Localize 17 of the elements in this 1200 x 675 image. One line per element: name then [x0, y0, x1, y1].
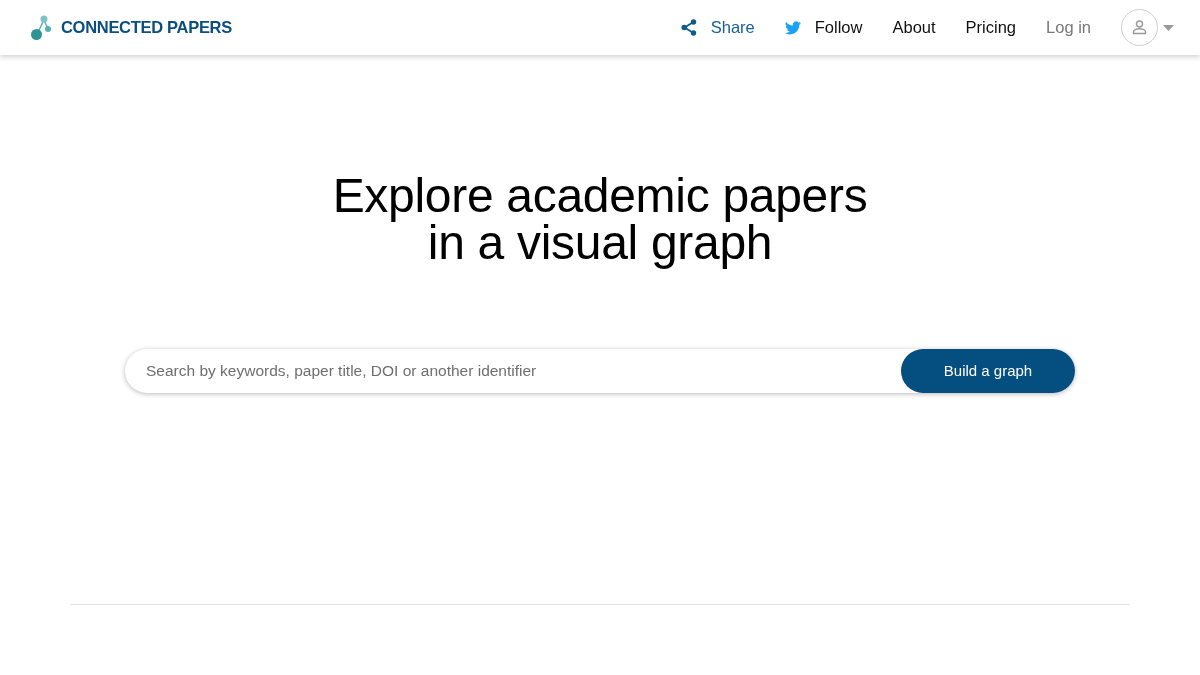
- build-graph-button[interactable]: Build a graph: [901, 349, 1075, 393]
- caret-icon: [1163, 24, 1174, 31]
- nav-link[interactable]: Pricing: [965, 15, 1017, 40]
- follow-link[interactable]: Follow: [784, 15, 863, 40]
- logo-link[interactable]: CONNECTED PAPERS: [31, 15, 232, 40]
- logo-icon: [31, 15, 51, 40]
- login-link[interactable]: Log in: [1046, 15, 1091, 40]
- share-icon: [680, 19, 697, 36]
- nav-link-label: Share: [710, 17, 755, 39]
- bird-icon: [784, 20, 801, 35]
- user-avatar-icon: [1121, 9, 1158, 46]
- account-menu-button[interactable]: [1121, 9, 1174, 46]
- nav-link[interactable]: About: [892, 15, 936, 40]
- logo-text: CONNECTED PAPERS: [61, 17, 232, 39]
- nav-link-label: Follow: [814, 17, 863, 39]
- share-link[interactable]: Share: [680, 15, 755, 40]
- search-field[interactable]: Search by keywords, paper title, DOI or another identifier: [125, 349, 901, 393]
